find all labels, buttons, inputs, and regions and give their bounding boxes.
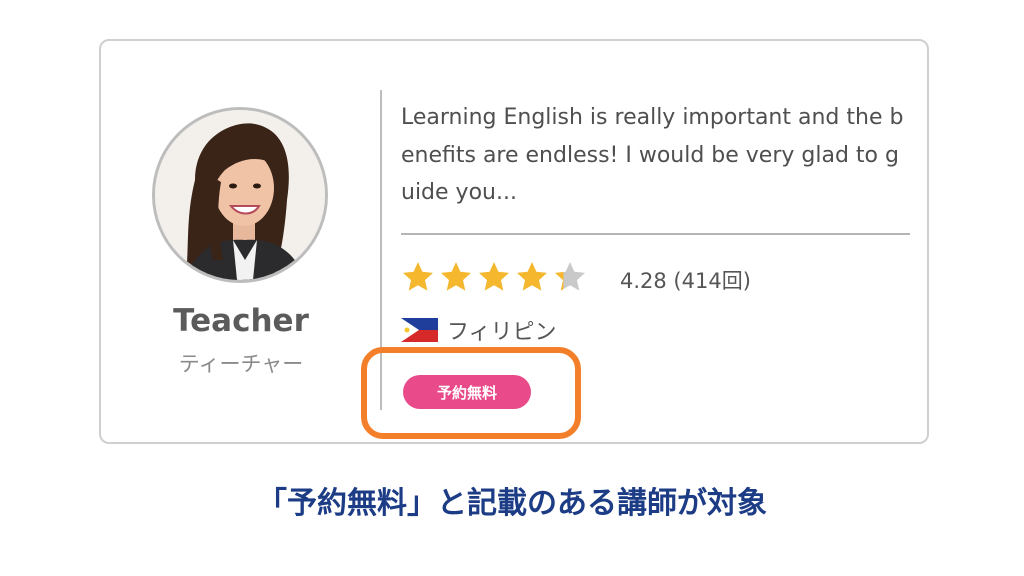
teacher-avatar[interactable] — [152, 107, 328, 283]
caption: 「予約無料」と記載のある講師が対象 — [257, 486, 767, 521]
star-icon — [441, 262, 471, 291]
star-icon — [555, 262, 585, 291]
star-icon — [403, 262, 433, 291]
intro-line: uide you... — [401, 180, 517, 205]
teacher-card[interactable]: Teacher ティーチャー Learning English is reall… — [99, 39, 929, 444]
teacher-name[interactable]: Teacher — [131, 303, 351, 339]
rating-text: 4.28 (414回) — [620, 269, 751, 293]
star-rating — [401, 260, 587, 294]
philippines-flag-icon — [401, 318, 438, 342]
intro-line: Learning English is really important and… — [401, 105, 904, 130]
highlight-frame — [361, 347, 581, 439]
teacher-introduction: Learning English is really important and… — [401, 99, 921, 212]
intro-line: enefits are endless! I would be very gla… — [401, 142, 899, 168]
star-icon — [517, 262, 547, 291]
horizontal-divider — [401, 233, 910, 235]
teacher-name-kana: ティーチャー — [178, 352, 304, 376]
teacher-country: フィリピン — [447, 320, 557, 345]
star-icon — [479, 262, 509, 291]
